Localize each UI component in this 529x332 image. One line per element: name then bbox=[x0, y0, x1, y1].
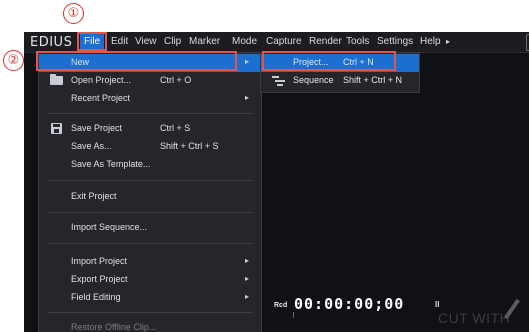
annotation-1: ① bbox=[63, 3, 84, 24]
submenu-arrow-icon: ▸ bbox=[245, 256, 250, 265]
menu-item-label: Save Project bbox=[71, 123, 123, 133]
menu-clip[interactable]: Clip bbox=[164, 36, 181, 47]
menu-item-label: Open Project... bbox=[71, 75, 132, 85]
menu-item-recent-project[interactable]: Recent Project ▸ bbox=[39, 90, 261, 108]
file-menu: New ▸ Open Project... Ctrl + O Recent Pr… bbox=[38, 52, 262, 332]
menu-item-exit-project[interactable]: Exit Project bbox=[39, 188, 261, 206]
submenu-item-shortcut: Ctrl + N bbox=[343, 57, 374, 67]
menu-item-new[interactable]: New ▸ bbox=[39, 54, 261, 72]
menu-file[interactable]: File bbox=[80, 34, 105, 49]
menu-tools[interactable]: Tools bbox=[346, 36, 369, 47]
menu-marker[interactable]: Marker bbox=[189, 36, 220, 47]
pause-icon: II bbox=[435, 300, 440, 309]
new-submenu: Project... Ctrl + N Sequence Shift + Ctr… bbox=[260, 52, 420, 93]
rcd-label: Rcd bbox=[274, 302, 288, 309]
submenu-arrow-icon: ▸ bbox=[245, 292, 250, 301]
menu-bar: EDIUS File Edit View Clip Marker Mode Ca… bbox=[24, 32, 529, 53]
menu-item-label: Import Project bbox=[71, 256, 128, 266]
menu-item-shortcut: Ctrl + S bbox=[160, 123, 191, 133]
sequence-icon bbox=[272, 76, 285, 86]
menu-item-label: Import Sequence... bbox=[71, 222, 148, 232]
menu-render[interactable]: Render bbox=[309, 36, 342, 47]
menu-view[interactable]: View bbox=[135, 36, 157, 47]
menu-item-export-project[interactable]: Export Project ▸ bbox=[39, 271, 261, 289]
timecode-display: 00:00:00;00 bbox=[294, 295, 405, 313]
menu-item-save-as-template[interactable]: Save As Template... bbox=[39, 156, 261, 174]
menu-item-label: Export Project bbox=[71, 274, 128, 284]
watermark-slash-icon bbox=[504, 298, 520, 320]
menu-item-label: Save As Template... bbox=[71, 159, 151, 169]
menu-item-label: Recent Project bbox=[71, 93, 131, 103]
menu-separator bbox=[47, 312, 253, 313]
menu-separator bbox=[47, 113, 253, 114]
save-icon bbox=[51, 123, 62, 134]
menu-item-shortcut: Shift + Ctrl + S bbox=[160, 141, 219, 151]
menu-item-restore-offline-clip[interactable]: Restore Offline Clip... bbox=[39, 319, 261, 332]
submenu-arrow-icon: ▸ bbox=[245, 57, 250, 66]
submenu-arrow-icon: ▸ bbox=[245, 274, 250, 283]
menu-mode[interactable]: Mode bbox=[232, 36, 257, 47]
timecode-tick bbox=[293, 312, 294, 318]
menu-item-save-project[interactable]: Save Project Ctrl + S bbox=[39, 120, 261, 138]
menu-overflow-arrow-icon[interactable]: ▸ bbox=[446, 37, 450, 46]
edius-logo: EDIUS bbox=[30, 35, 73, 50]
menu-separator bbox=[47, 212, 253, 213]
menu-separator bbox=[47, 180, 253, 181]
edius-window: EDIUS File Edit View Clip Marker Mode Ca… bbox=[24, 32, 529, 332]
menu-item-save-as[interactable]: Save As... Shift + Ctrl + S bbox=[39, 138, 261, 156]
menu-item-import-project[interactable]: Import Project ▸ bbox=[39, 253, 261, 271]
menu-item-import-sequence[interactable]: Import Sequence... bbox=[39, 219, 261, 237]
submenu-item-label: Project... bbox=[293, 57, 329, 67]
folder-icon bbox=[50, 74, 63, 85]
menu-item-label: Restore Offline Clip... bbox=[71, 322, 157, 332]
menu-help[interactable]: Help bbox=[420, 36, 441, 47]
watermark-text: CUT WITH bbox=[438, 310, 511, 326]
menu-edit[interactable]: Edit bbox=[111, 36, 128, 47]
menu-item-label: New bbox=[71, 57, 90, 67]
submenu-item-sequence[interactable]: Sequence Shift + Ctrl + N bbox=[261, 72, 419, 90]
submenu-item-label: Sequence bbox=[293, 75, 334, 85]
menu-item-open-project[interactable]: Open Project... Ctrl + O bbox=[39, 72, 261, 90]
menu-item-label: Field Editing bbox=[71, 292, 121, 302]
menu-item-shortcut: Ctrl + O bbox=[160, 75, 192, 85]
menu-item-field-editing[interactable]: Field Editing ▸ bbox=[39, 289, 261, 307]
menu-capture[interactable]: Capture bbox=[266, 36, 302, 47]
submenu-item-project[interactable]: Project... Ctrl + N bbox=[261, 54, 419, 72]
menu-item-label: Exit Project bbox=[71, 191, 117, 201]
submenu-item-shortcut: Shift + Ctrl + N bbox=[343, 75, 403, 85]
submenu-arrow-icon: ▸ bbox=[245, 93, 250, 102]
menu-item-label: Save As... bbox=[71, 141, 112, 151]
menu-settings[interactable]: Settings bbox=[377, 36, 413, 47]
menu-separator bbox=[47, 243, 253, 244]
annotation-2: ② bbox=[3, 50, 24, 71]
